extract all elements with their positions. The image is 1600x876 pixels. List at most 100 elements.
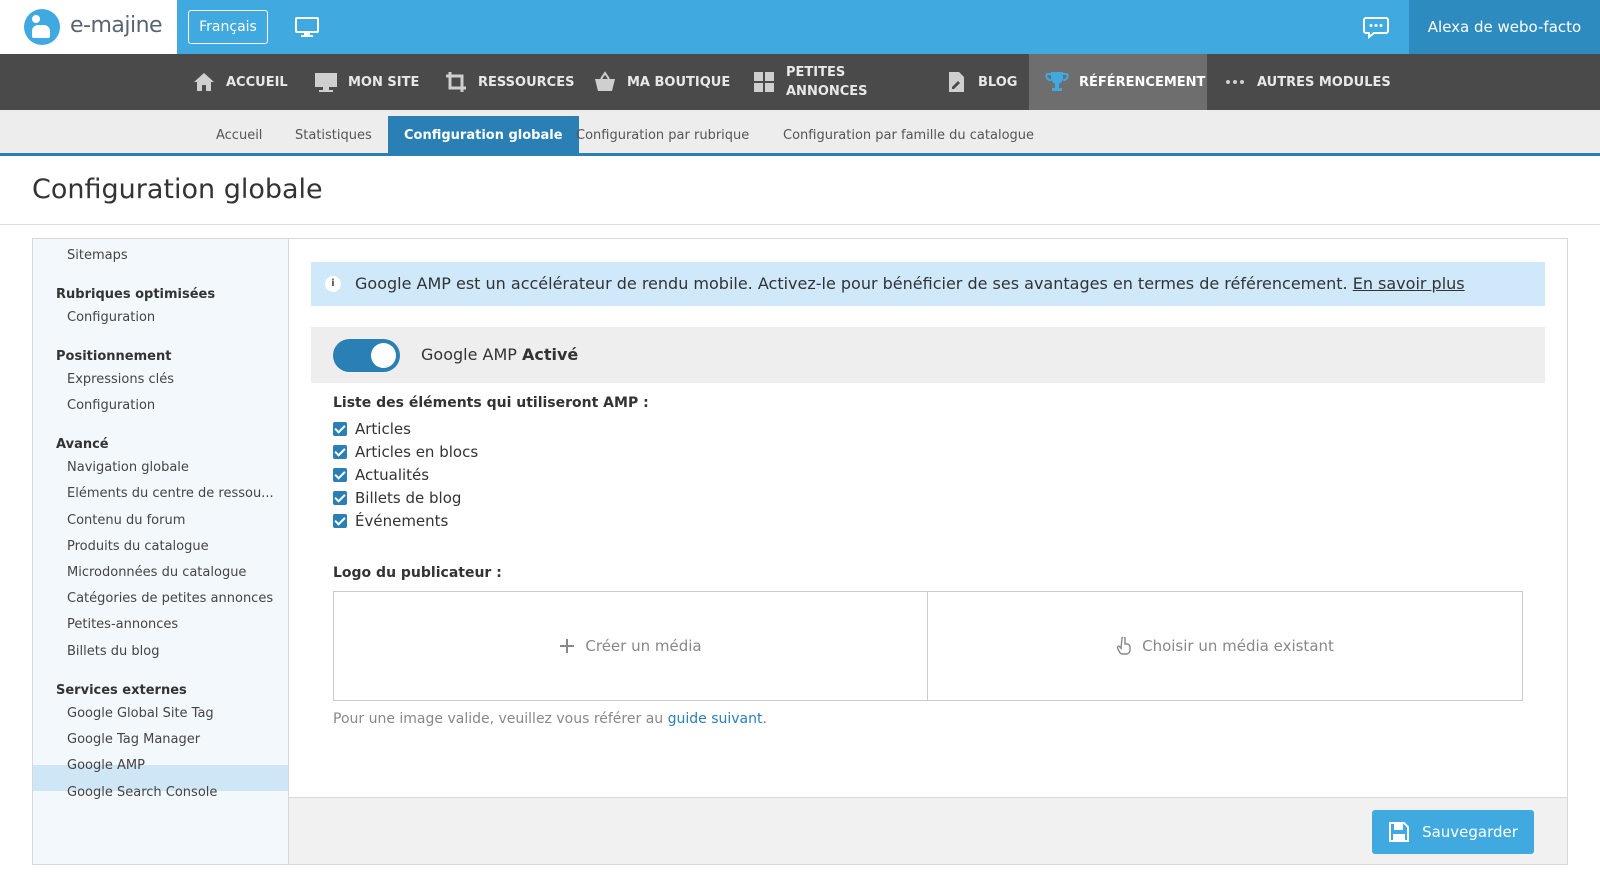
checkbox-label: Billets de blog [355, 489, 462, 507]
checkbox-billets-de-blog[interactable]: Billets de blog [333, 488, 461, 508]
sidebar-item-sitemaps[interactable]: Sitemaps [67, 248, 128, 263]
tab-configuration-par-famille[interactable]: Configuration par famille du catalogue [767, 116, 1050, 156]
checkbox-checked-icon[interactable] [333, 445, 347, 459]
amp-elements-title: Liste des éléments qui utiliseront AMP : [333, 395, 649, 411]
nav-label: BLOG [978, 74, 1018, 90]
sidebar-item-google-amp[interactable]: Google AMP [67, 758, 145, 773]
monitor-icon[interactable] [295, 17, 319, 37]
nav-label-line: ANNONCES [786, 84, 868, 99]
chat-icon[interactable] [1363, 14, 1389, 40]
info-message: Google AMP est un accélérateur de rendu … [355, 274, 1348, 293]
sidebar-item-google-search-console[interactable]: Google Search Console [67, 785, 217, 800]
checkbox-checked-icon[interactable] [333, 514, 347, 528]
choose-media-label: Choisir un média existant [1142, 637, 1334, 655]
nav-label: MON SITE [348, 74, 420, 90]
info-learn-more-link[interactable]: En savoir plus [1353, 274, 1465, 293]
checkbox-label: Articles [355, 420, 411, 438]
sub-nav: Accueil Statistiques Configuration globa… [0, 110, 1600, 156]
note-text: Pour une image valide, veuillez vous réf… [333, 711, 664, 727]
sidebar-item-elements-centre[interactable]: Eléments du centre de ressou... [67, 486, 274, 501]
amp-toggle-label: Google AMP Activé [421, 345, 578, 364]
sidebar-item-google-global-site-tag[interactable]: Google Global Site Tag [67, 706, 214, 721]
plus-icon [560, 639, 575, 653]
logo[interactable]: e-majine [0, 0, 177, 54]
main-panel: i Google AMP est un accélérateur de rend… [288, 238, 1568, 865]
nav-item-mon-site[interactable]: MON SITE [314, 54, 419, 110]
media-picker: Créer un média Choisir un média existant [333, 591, 1523, 701]
checkbox-checked-icon[interactable] [333, 422, 347, 436]
tab-configuration-par-rubrique[interactable]: Configuration par rubrique [560, 116, 765, 156]
trophy-icon [1045, 72, 1069, 91]
note-end: . [762, 711, 767, 727]
panel-footer: Sauvegarder [289, 797, 1567, 864]
page-title: Configuration globale [32, 174, 323, 205]
sidebar-item-billets-blog[interactable]: Billets du blog [67, 644, 159, 659]
create-media-label: Créer un média [585, 637, 702, 655]
amp-toggle-switch[interactable] [333, 339, 400, 372]
info-text: Google AMP est un accélérateur de rendu … [355, 262, 1465, 306]
checkbox-label: Articles en blocs [355, 443, 479, 461]
hand-pointer-icon [1116, 637, 1131, 655]
title-divider [0, 224, 1600, 225]
nav-label: RÉFÉRENCEMENT [1079, 74, 1206, 90]
nav-item-ressources[interactable]: RESSOURCES [444, 54, 574, 110]
sidebar-item-contenu-forum[interactable]: Contenu du forum [67, 513, 185, 528]
nav-item-autres-modules[interactable]: AUTRES MODULES [1223, 54, 1391, 110]
logo-mark-icon [24, 9, 60, 45]
basket-icon [595, 71, 615, 91]
nav-label: ACCUEIL [226, 74, 288, 90]
nav-item-blog[interactable]: BLOG [944, 54, 1017, 110]
amp-toggle-bar: Google AMP Activé [311, 327, 1545, 383]
sidebar-heading-avance: Avancé [56, 437, 109, 452]
checkbox-evenements[interactable]: Événements [333, 511, 448, 531]
sidebar-item-petites-annonces[interactable]: Petites-annonces [67, 617, 178, 632]
save-label: Sauvegarder [1422, 823, 1518, 841]
user-menu[interactable]: Alexa de webo-facto [1409, 0, 1600, 54]
monitor-icon [315, 73, 337, 92]
sidebar-item-google-tag-manager[interactable]: Google Tag Manager [67, 732, 200, 747]
tab-statistiques[interactable]: Statistiques [279, 116, 388, 156]
grid-icon [754, 72, 774, 92]
sidebar: Sitemaps Rubriques optimisées Configurat… [32, 238, 288, 865]
crop-icon [446, 72, 466, 92]
checkbox-label: Événements [355, 512, 449, 530]
nav-item-accueil[interactable]: ACCUEIL [192, 54, 288, 110]
amp-state-label: Activé [522, 345, 579, 364]
info-banner: i Google AMP est un accélérateur de rend… [311, 262, 1545, 306]
sidebar-heading-services-externes: Services externes [56, 683, 187, 698]
sidebar-item-microdonnees[interactable]: Microdonnées du catalogue [67, 565, 246, 580]
top-bar: e-majine Français Alexa de webo-facto [0, 0, 1600, 54]
checkbox-actualites[interactable]: Actualités [333, 465, 429, 485]
dots-icon [1226, 80, 1244, 84]
info-icon: i [325, 276, 341, 292]
nav-item-ma-boutique[interactable]: MA BOUTIQUE [593, 54, 730, 110]
sidebar-item-rubriques-configuration[interactable]: Configuration [67, 310, 155, 325]
nav-item-referencement[interactable]: RÉFÉRENCEMENT [1029, 54, 1207, 110]
nav-label: PETITES ANNONCES [786, 63, 868, 101]
checkbox-checked-icon[interactable] [333, 468, 347, 482]
sidebar-item-produits-catalogue[interactable]: Produits du catalogue [67, 539, 209, 554]
nav-label-line: PETITES [786, 65, 846, 80]
publisher-logo-title: Logo du publicateur : [333, 565, 502, 581]
checkbox-articles-en-blocs[interactable]: Articles en blocs [333, 442, 478, 462]
checkbox-articles[interactable]: Articles [333, 419, 411, 439]
create-media-button[interactable]: Créer un média [334, 592, 928, 700]
sidebar-item-expressions-cles[interactable]: Expressions clés [67, 372, 174, 387]
image-guide-note: Pour une image valide, veuillez vous réf… [333, 711, 767, 727]
nav-item-petites-annonces[interactable]: PETITES ANNONCES [752, 54, 868, 110]
checkbox-checked-icon[interactable] [333, 491, 347, 505]
checkbox-label: Actualités [355, 466, 430, 484]
tab-configuration-globale[interactable]: Configuration globale [388, 116, 579, 156]
sidebar-item-navigation-globale[interactable]: Navigation globale [67, 460, 189, 475]
choose-media-button[interactable]: Choisir un média existant [928, 592, 1522, 700]
sidebar-heading-positionnement: Positionnement [56, 349, 172, 364]
sidebar-item-positionnement-configuration[interactable]: Configuration [67, 398, 155, 413]
amp-label-text: Google AMP [421, 345, 517, 364]
sidebar-item-categories-annonces[interactable]: Catégories de petites annonces [67, 591, 273, 606]
tab-accueil[interactable]: Accueil [200, 116, 278, 156]
nav-label: RESSOURCES [478, 74, 575, 90]
save-button[interactable]: Sauvegarder [1372, 810, 1534, 854]
language-button[interactable]: Français [188, 10, 268, 44]
guide-link[interactable]: guide suivant [668, 711, 763, 727]
nav-label: AUTRES MODULES [1257, 74, 1391, 90]
